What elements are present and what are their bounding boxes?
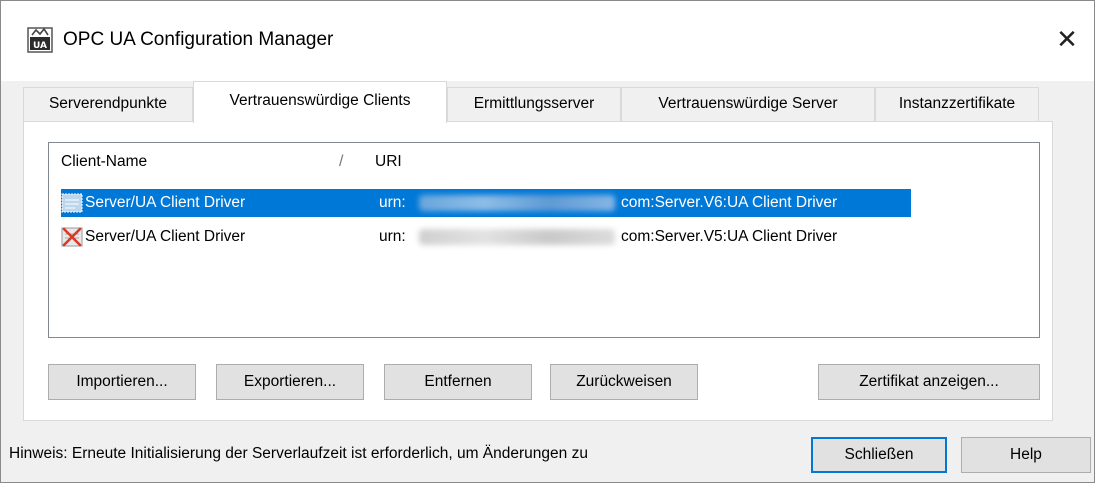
- reject-button[interactable]: Zurückweisen: [550, 364, 698, 400]
- opc-ua-app-icon: UA: [27, 27, 53, 53]
- export-button[interactable]: Exportieren...: [216, 364, 364, 400]
- certificate-icon: [61, 193, 83, 213]
- view-certificate-button[interactable]: Zertifikat anzeigen...: [818, 364, 1040, 400]
- tab-vertrauenswuerdige-clients[interactable]: Vertrauenswürdige Clients: [193, 81, 447, 123]
- row-client-name: Server/UA Client Driver: [85, 194, 246, 211]
- close-button[interactable]: Schließen: [811, 437, 947, 473]
- title-bar: UA OPC UA Configuration Manager ✕: [1, 1, 1094, 81]
- client-certificate-list[interactable]: Client-Name / URI Server/UA Client Drive…: [48, 142, 1040, 338]
- config-manager-window: UA OPC UA Configuration Manager ✕ Server…: [0, 0, 1095, 483]
- list-header: Client-Name / URI: [49, 143, 1039, 181]
- restart-hint-text: Hinweis: Erneute Initialisierung der Ser…: [9, 445, 588, 462]
- close-window-button[interactable]: ✕: [1048, 21, 1086, 59]
- redacted-hostname: [419, 229, 615, 245]
- remove-button[interactable]: Entfernen: [384, 364, 532, 400]
- window-title: OPC UA Configuration Manager: [63, 29, 334, 50]
- tab-strip: Serverendpunkte Vertrauenswürdige Client…: [23, 81, 1053, 123]
- help-button[interactable]: Help: [961, 437, 1091, 473]
- row-uri-prefix: urn:: [379, 194, 406, 211]
- row-uri-prefix: urn:: [379, 228, 406, 245]
- tab-vertrauenswuerdige-server[interactable]: Vertrauenswürdige Server: [621, 87, 875, 121]
- redacted-hostname: [419, 195, 615, 211]
- tab-serverendpunkte[interactable]: Serverendpunkte: [23, 87, 193, 121]
- column-header-uri[interactable]: URI: [375, 143, 402, 181]
- tab-instanzzertifikate[interactable]: Instanzzertifikate: [875, 87, 1039, 121]
- row-uri-suffix: com:Server.V6:UA Client Driver: [621, 194, 838, 211]
- svg-text:UA: UA: [33, 41, 47, 51]
- rejected-certificate-icon: [61, 227, 83, 247]
- table-row[interactable]: Server/UA Client Driver urn: com:Server.…: [61, 189, 911, 217]
- row-client-name: Server/UA Client Driver: [85, 228, 246, 245]
- column-header-client-name[interactable]: Client-Name: [61, 143, 147, 181]
- trusted-clients-panel: Client-Name / URI Server/UA Client Drive…: [23, 121, 1053, 421]
- import-button[interactable]: Importieren...: [48, 364, 196, 400]
- sort-indicator-icon: /: [339, 153, 344, 170]
- row-uri-suffix: com:Server.V5:UA Client Driver: [621, 228, 838, 245]
- table-row[interactable]: Server/UA Client Driver urn: com:Server.…: [61, 223, 911, 251]
- tab-ermittlungsserver[interactable]: Ermittlungsserver: [447, 87, 621, 121]
